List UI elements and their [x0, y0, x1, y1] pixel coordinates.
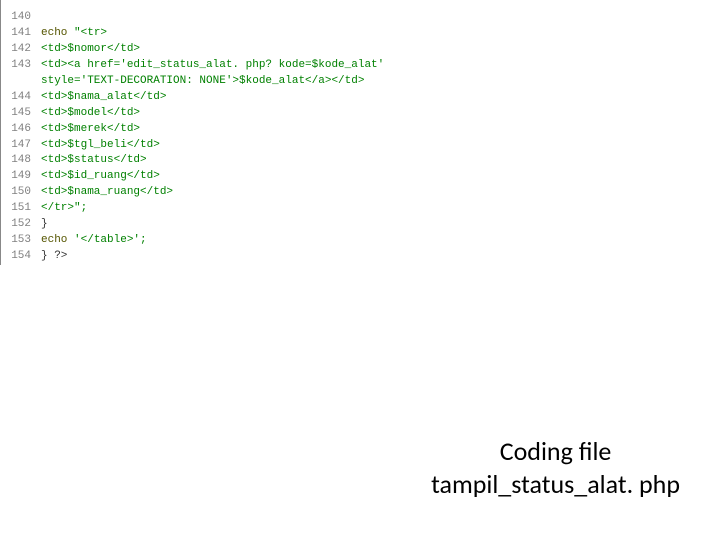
- caption-line-1: Coding file: [431, 435, 680, 468]
- line-number: 148: [11, 153, 41, 169]
- code-line: 141 echo "<tr>: [11, 26, 720, 42]
- code-line: 144 <td>$nama_alat</td>: [11, 90, 720, 106]
- code-text: <td>$model</td>: [41, 106, 140, 122]
- code-line: 148 <td>$status</td>: [11, 153, 720, 169]
- slide-caption: Coding file tampil_status_alat. php: [431, 435, 680, 500]
- line-number: 140: [11, 10, 41, 26]
- code-text: <td><a href='edit_status_alat. php? kode…: [41, 58, 384, 74]
- line-number: 144: [11, 90, 41, 106]
- code-text: </tr>";: [41, 201, 87, 217]
- code-text: <td>$nomor</td>: [41, 42, 140, 58]
- code-text: <td>$nama_alat</td>: [41, 90, 166, 106]
- line-number: 149: [11, 169, 41, 185]
- code-line: 147 <td>$tgl_beli</td>: [11, 138, 720, 154]
- code-text: <td>$nama_ruang</td>: [41, 185, 173, 201]
- code-text: <td>$status</td>: [41, 153, 147, 169]
- line-number: 153: [11, 233, 41, 249]
- code-text: }: [41, 217, 48, 233]
- code-line: 143 <td><a href='edit_status_alat. php? …: [11, 58, 720, 74]
- code-line: 154} ?>: [11, 249, 720, 265]
- code-line: 142 <td>$nomor</td>: [11, 42, 720, 58]
- code-line: style='TEXT-DECORATION: NONE'>$kode_alat…: [11, 74, 720, 90]
- line-number: 141: [11, 26, 41, 42]
- code-line: 140: [11, 10, 720, 26]
- code-text: style='TEXT-DECORATION: NONE'>$kode_alat…: [41, 74, 364, 90]
- line-number: 150: [11, 185, 41, 201]
- code-text: <td>$tgl_beli</td>: [41, 138, 160, 154]
- line-number: 142: [11, 42, 41, 58]
- line-number: 145: [11, 106, 41, 122]
- code-line: 146 <td>$merek</td>: [11, 122, 720, 138]
- line-number: 152: [11, 217, 41, 233]
- line-number: 147: [11, 138, 41, 154]
- code-text: } ?>: [41, 249, 67, 265]
- code-line: 152 }: [11, 217, 720, 233]
- line-number: 143: [11, 58, 41, 74]
- code-line: 153 echo '</table>';: [11, 233, 720, 249]
- line-number: 154: [11, 249, 41, 265]
- code-text: echo '</table>';: [41, 233, 147, 249]
- line-number: 146: [11, 122, 41, 138]
- code-line: 149 <td>$id_ruang</td>: [11, 169, 720, 185]
- code-text: <td>$id_ruang</td>: [41, 169, 160, 185]
- code-text: <td>$merek</td>: [41, 122, 140, 138]
- code-editor: 140141 echo "<tr>142 <td>$nomor</td>143 …: [0, 0, 720, 265]
- code-line: 145 <td>$model</td>: [11, 106, 720, 122]
- line-number: 151: [11, 201, 41, 217]
- code-text: echo "<tr>: [41, 26, 107, 42]
- code-line: 151 </tr>";: [11, 201, 720, 217]
- caption-line-2: tampil_status_alat. php: [431, 468, 680, 501]
- code-line: 150 <td>$nama_ruang</td>: [11, 185, 720, 201]
